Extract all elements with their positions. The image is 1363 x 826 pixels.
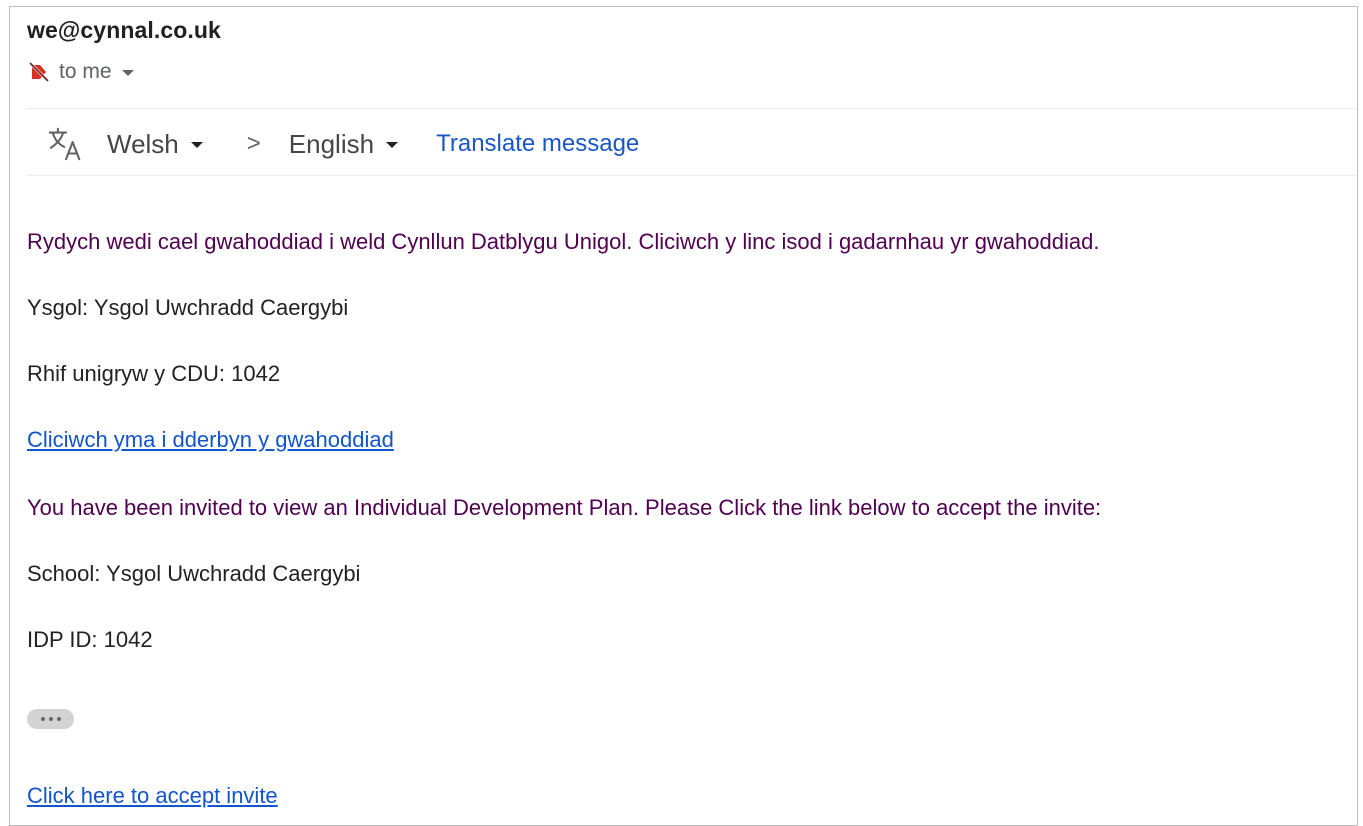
source-language-dropdown[interactable]: Welsh: [107, 129, 203, 160]
divider: [27, 108, 1357, 109]
important-label-icon[interactable]: [27, 60, 51, 84]
ellipsis-dot-icon: [56, 717, 61, 721]
recipient-label: to me: [59, 60, 112, 83]
welsh-accept-invite-link[interactable]: Cliciwch yma i dderbyn y gwahoddiad: [27, 427, 394, 453]
translate-icon: [48, 127, 81, 161]
language-separator-chevron-icon: >: [246, 130, 261, 157]
welsh-intro-text: Rydych wedi cael gwahoddiad i weld Cynll…: [27, 229, 1100, 254]
translate-bar: Welsh > English Translate message: [47, 123, 639, 165]
sender-address[interactable]: we@cynnal.co.uk: [27, 17, 221, 44]
english-intro-text: You have been invited to view an Individ…: [27, 495, 1102, 520]
ellipsis-dot-icon: [40, 717, 45, 721]
english-accept-invite-link[interactable]: Click here to accept invite: [27, 783, 278, 809]
english-school-text: School: Ysgol Uwchradd Caergybi: [27, 561, 361, 586]
recipient-row[interactable]: to me: [27, 57, 134, 87]
english-id-text: IDP ID: 1042: [27, 627, 153, 652]
ellipsis-dot-icon: [48, 717, 53, 721]
welsh-id-text: Rhif unigryw y CDU: 1042: [27, 361, 281, 386]
welsh-school-text: Ysgol: Ysgol Uwchradd Caergybi: [27, 295, 349, 320]
target-language-dropdown[interactable]: English: [288, 128, 399, 160]
target-language-label: English: [288, 128, 375, 159]
show-trimmed-content-button[interactable]: [27, 709, 74, 729]
translate-message-link[interactable]: Translate message: [436, 130, 639, 158]
source-language-chevron-icon: [190, 142, 203, 148]
source-language-label: Welsh: [107, 128, 179, 159]
show-details-chevron-icon[interactable]: [121, 70, 134, 76]
target-language-chevron-icon: [386, 142, 399, 148]
divider: [27, 175, 1357, 176]
email-message-pane: we@cynnal.co.uk to me Welsh > English Tr…: [9, 6, 1358, 826]
